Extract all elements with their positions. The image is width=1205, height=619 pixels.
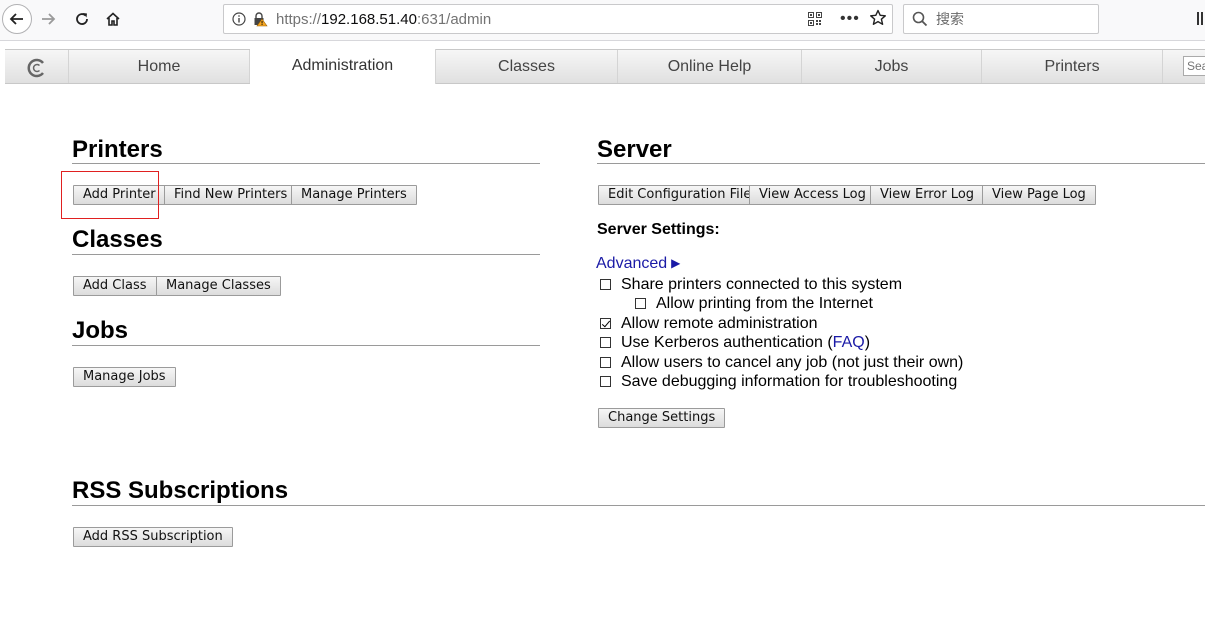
reload-button[interactable]: [68, 5, 96, 33]
advanced-label: Advanced: [596, 255, 668, 272]
allow-internet-label: Allow printing from the Internet: [656, 295, 873, 312]
home-button[interactable]: [99, 5, 127, 33]
tab-jobs[interactable]: Jobs: [802, 50, 982, 83]
view-page-log-button[interactable]: View Page Log: [982, 185, 1096, 205]
change-settings-button[interactable]: Change Settings: [598, 408, 726, 428]
browser-search-bar[interactable]: [903, 4, 1099, 34]
kerberos-faq-link[interactable]: FAQ: [833, 334, 865, 351]
server-divider: [597, 163, 1205, 164]
classes-divider: [72, 254, 540, 255]
cups-logo-icon: [27, 57, 47, 90]
debug-logging-label: Save debugging information for troublesh…: [621, 373, 958, 390]
classes-heading: Classes: [72, 226, 163, 253]
url-prefix: https://: [276, 11, 322, 28]
cups-nav-bar: Home Administration Classes Online Help …: [5, 49, 1205, 84]
add-class-button[interactable]: Add Class: [73, 276, 157, 296]
remote-admin-checkbox[interactable]: [600, 318, 611, 329]
advanced-toggle[interactable]: Advanced ▶: [596, 255, 680, 273]
jobs-divider: [72, 345, 540, 346]
back-button[interactable]: [2, 4, 32, 34]
cancel-any-job-checkbox[interactable]: [600, 357, 611, 368]
tab-printers[interactable]: Printers: [982, 50, 1163, 83]
kerberos-label-suffix: ): [864, 334, 871, 351]
home-icon: [106, 12, 120, 26]
expand-triangle-icon: ▶: [671, 256, 681, 270]
edit-configuration-file-button[interactable]: Edit Configuration File: [598, 185, 762, 205]
page-actions-more-icon[interactable]: •••: [840, 10, 860, 28]
tab-cups-logo[interactable]: [5, 50, 69, 83]
url-bar[interactable]: https://192.168.51.40:631/admin •••: [223, 4, 893, 34]
tab-search: [1163, 50, 1205, 83]
search-icon: [912, 11, 928, 32]
tab-administration[interactable]: Administration: [250, 49, 436, 84]
rss-heading: RSS Subscriptions: [72, 477, 289, 504]
remote-admin-label: Allow remote administration: [621, 315, 818, 332]
url-host: 192.168.51.40: [321, 11, 417, 28]
add-printer-highlight: [61, 171, 159, 219]
manage-jobs-button[interactable]: Manage Jobs: [73, 367, 176, 387]
browser-search-input[interactable]: [934, 8, 1098, 32]
add-rss-subscription-button[interactable]: Add RSS Subscription: [73, 527, 233, 547]
server-heading: Server: [597, 136, 672, 163]
share-printers-label: Share printers connected to this system: [621, 276, 903, 293]
share-printers-checkbox[interactable]: [600, 279, 611, 290]
manage-classes-button[interactable]: Manage Classes: [156, 276, 281, 296]
info-icon[interactable]: [232, 12, 246, 31]
tab-home[interactable]: Home: [69, 50, 250, 83]
kerberos-checkbox[interactable]: [600, 337, 611, 348]
manage-printers-button[interactable]: Manage Printers: [291, 185, 417, 205]
allow-internet-checkbox[interactable]: [635, 298, 646, 309]
url-text: https://192.168.51.40:631/admin: [276, 11, 491, 28]
reload-icon: [76, 13, 88, 25]
view-error-log-button[interactable]: View Error Log: [870, 185, 985, 205]
server-settings-label: Server Settings:: [597, 221, 720, 238]
tab-classes[interactable]: Classes: [436, 50, 618, 83]
browser-toolbar: https://192.168.51.40:631/admin •••: [0, 0, 1205, 41]
printers-heading: Printers: [72, 136, 163, 163]
cups-search-input[interactable]: [1183, 56, 1205, 76]
qr-code-icon[interactable]: [808, 12, 822, 31]
bookmark-star-icon[interactable]: [869, 9, 887, 32]
printers-divider: [72, 163, 540, 164]
library-icon[interactable]: [1197, 10, 1205, 31]
kerberos-label-group: Use Kerberos authentication (FAQ): [621, 334, 870, 352]
find-new-printers-button[interactable]: Find New Printers: [164, 185, 298, 205]
rss-divider: [72, 505, 1205, 506]
url-rest: :631/admin: [416, 11, 492, 28]
view-access-log-button[interactable]: View Access Log: [749, 185, 876, 205]
forward-arrow-icon: [42, 13, 56, 25]
cancel-any-job-label: Allow users to cancel any job (not just …: [621, 354, 964, 371]
debug-logging-checkbox[interactable]: [600, 376, 611, 387]
insecure-lock-icon[interactable]: [252, 11, 268, 32]
back-arrow-icon: [9, 13, 23, 25]
kerberos-label: Use Kerberos authentication (: [621, 334, 833, 351]
tab-online-help[interactable]: Online Help: [618, 50, 802, 83]
forward-button[interactable]: [34, 5, 62, 33]
jobs-heading: Jobs: [72, 317, 129, 344]
